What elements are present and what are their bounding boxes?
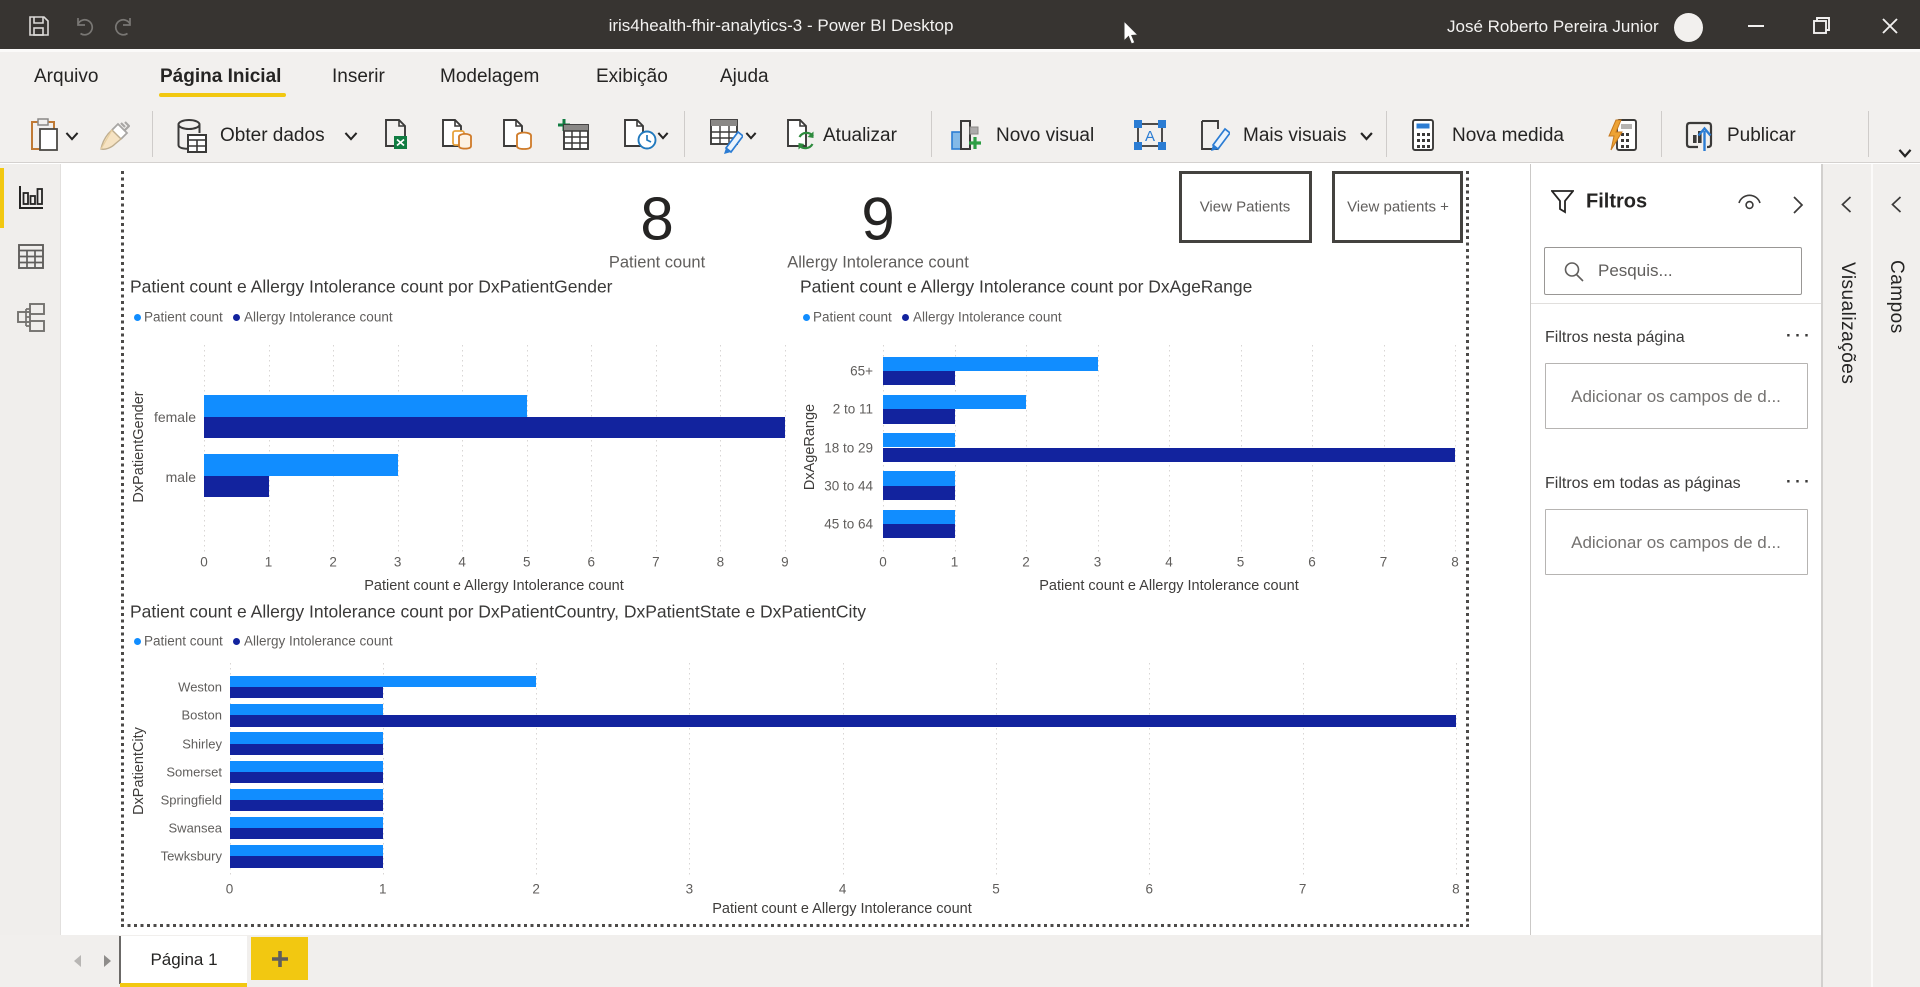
- svg-text:A: A: [1145, 128, 1155, 145]
